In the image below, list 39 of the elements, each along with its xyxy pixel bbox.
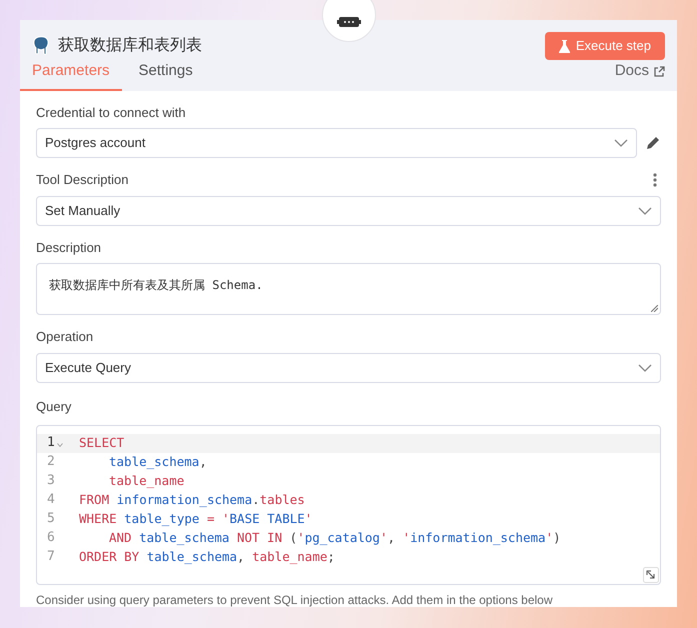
select-field[interactable]: Postgres account xyxy=(36,128,637,158)
line-number: 1 xyxy=(47,434,55,452)
resize-handle-icon[interactable] xyxy=(651,305,658,312)
field-label: Operation xyxy=(36,328,94,346)
code-line: WHERE table_type = 'BASE TABLE' xyxy=(79,510,312,528)
code-line: AND table_schema NOT IN ('pg_catalog', 'information_schema') xyxy=(108,528,561,547)
expand-icon[interactable] xyxy=(643,566,659,582)
code-line: FROM information_schema.tables xyxy=(79,490,305,509)
code-line: ORDER BY table_schema, table_name; xyxy=(79,548,335,566)
pencil-icon[interactable] xyxy=(645,135,661,151)
code-line: SELECT xyxy=(79,434,124,452)
fold-caret-icon[interactable] xyxy=(56,443,63,447)
robot-icon xyxy=(337,17,361,27)
line-number: 7 xyxy=(47,548,55,566)
description-field[interactable]: 获取数据库中所有表及其所属 Schema. xyxy=(36,263,661,315)
chevron-down-icon xyxy=(638,364,652,372)
select-field[interactable]: Execute Query xyxy=(36,352,661,382)
line-number: 2 xyxy=(47,453,55,472)
field-label: Credential to connect with xyxy=(36,104,186,122)
node-title: 获取数据库和表列表 xyxy=(58,36,202,56)
line-number: 4 xyxy=(47,491,55,510)
tab[interactable]: Settings xyxy=(122,60,210,90)
hint-text: Consider using query parameters to prevent SQL injection attacks. Add them in the options below xyxy=(36,592,553,606)
chevron-down-icon xyxy=(614,139,628,147)
external-link-icon xyxy=(654,66,665,77)
code-line: table_schema, xyxy=(108,452,207,471)
flask-icon xyxy=(558,40,570,52)
code-editor[interactable] xyxy=(36,424,661,584)
field-label: Description xyxy=(36,238,102,257)
line-number: 6 xyxy=(47,529,55,548)
line-number: 3 xyxy=(47,472,55,490)
chevron-down-icon xyxy=(638,206,652,214)
select-field[interactable]: Set Manually xyxy=(36,196,661,226)
field-label: Query xyxy=(36,398,72,414)
line-number: 5 xyxy=(47,510,55,528)
docs-link[interactable]: Docs xyxy=(614,60,665,90)
more-options-icon[interactable] xyxy=(653,172,657,187)
field-label: Tool Description xyxy=(36,171,128,189)
code-line: table_name xyxy=(108,472,184,490)
